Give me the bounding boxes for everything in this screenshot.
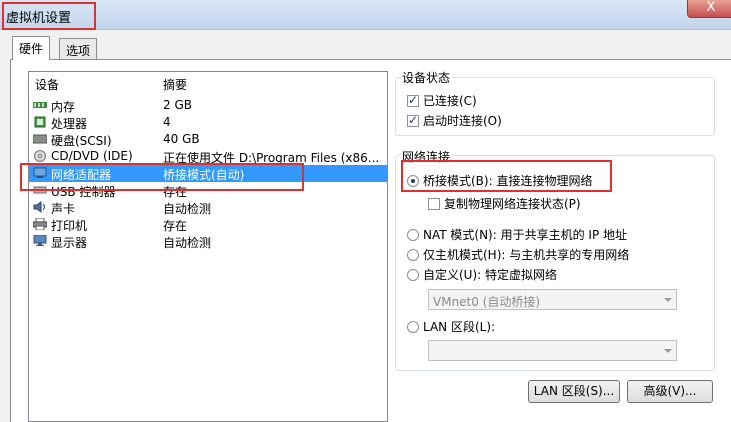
device-summary: 桥接模式(自动) <box>163 168 245 182</box>
custom-network-value: VMnet0 (自动桥接) <box>433 295 541 309</box>
device-summary: 自动检测 <box>163 202 212 216</box>
processor-icon <box>33 116 47 128</box>
connected-checkbox[interactable]: 已连接(C) <box>407 92 477 109</box>
bridged-radio[interactable]: 桥接模式(B): 直接连接物理网络 <box>407 172 592 189</box>
network-connection-title: 网络连接 <box>400 148 453 165</box>
device-summary: 2 GB <box>163 98 192 112</box>
radio-unselected-icon[interactable] <box>407 249 419 261</box>
device-name: 声卡 <box>51 202 76 216</box>
checkbox-checked-icon[interactable] <box>407 93 419 107</box>
nat-label: NAT 模式(N): 用于共享主机的 IP 地址 <box>423 228 628 242</box>
lan-segment-radio[interactable]: LAN 区段(L): <box>407 318 495 335</box>
radio-unselected-icon[interactable] <box>407 269 419 281</box>
network-adapter-icon <box>33 167 47 179</box>
device-name: 硬盘(SCSI) <box>51 134 112 148</box>
replicate-state-checkbox[interactable]: 复制物理网络连接状态(P) <box>428 195 581 212</box>
tab-hardware[interactable]: 硬件 <box>12 36 51 60</box>
radio-unselected-icon[interactable] <box>407 321 419 333</box>
device-status-title: 设备状态 <box>400 69 453 86</box>
custom-radio[interactable]: 自定义(U): 特定虚拟网络 <box>407 266 557 283</box>
printer-icon <box>32 217 48 231</box>
device-name: CD/DVD (IDE) <box>51 149 133 163</box>
connect-at-power-on-label: 启动时连接(O) <box>423 114 502 128</box>
device-name: USB 控制器 <box>51 185 116 199</box>
device-summary: 40 GB <box>163 132 200 146</box>
chevron-down-icon[interactable] <box>664 298 672 302</box>
device-row-printer[interactable]: 打印机 存在 <box>29 216 387 233</box>
custom-network-select[interactable]: VMnet0 (自动桥接) <box>428 289 677 310</box>
device-row-processor[interactable]: 处理器 4 <box>29 114 387 131</box>
tab-options[interactable]: 选项 <box>59 38 98 60</box>
bridged-label: 桥接模式(B): 直接连接物理网络 <box>423 174 593 188</box>
device-row-sound-card[interactable]: 声卡 自动检测 <box>29 199 387 216</box>
host-only-label: 仅主机模式(H): 与主机共享的专用网络 <box>423 248 630 262</box>
chevron-down-icon[interactable] <box>664 349 672 353</box>
lan-segment-select[interactable] <box>428 340 677 361</box>
header-summary[interactable]: 摘要 <box>163 76 187 93</box>
checkbox-checked-icon[interactable] <box>407 113 419 127</box>
hard-disk-icon <box>32 133 48 145</box>
lan-segment-label: LAN 区段(L): <box>423 320 496 334</box>
device-summary: 自动检测 <box>163 236 212 250</box>
device-name: 打印机 <box>51 219 88 233</box>
custom-label: 自定义(U): 特定虚拟网络 <box>423 268 558 282</box>
connect-at-power-on-checkbox[interactable]: 启动时连接(O) <box>407 112 502 129</box>
device-row-hard-disk[interactable]: 硬盘(SCSI) 40 GB <box>29 131 387 148</box>
title-bar: 虚拟机设置 X <box>0 0 731 30</box>
device-row-cd-dvd[interactable]: CD/DVD (IDE) 正在使用文件 D:\Program Files (x8… <box>29 148 387 165</box>
advanced-button[interactable]: 高级(V)... <box>627 380 713 403</box>
list-header: 设备 摘要 <box>29 72 387 94</box>
usb-controller-icon <box>33 184 47 196</box>
device-row-display[interactable]: 显示器 自动检测 <box>29 233 387 250</box>
host-only-radio[interactable]: 仅主机模式(H): 与主机共享的专用网络 <box>407 246 629 263</box>
device-summary: 正在使用文件 D:\Program Files (x86... <box>163 151 380 165</box>
device-summary: 存在 <box>163 185 188 199</box>
memory-icon <box>33 99 47 111</box>
device-list[interactable]: 设备 摘要 内存 2 GB 处理器 4 硬盘(SCSI) 40 GB CD/DV… <box>28 71 388 422</box>
device-name: 显示器 <box>51 236 88 250</box>
replicate-state-label: 复制物理网络连接状态(P) <box>444 197 581 211</box>
checkbox-unchecked-icon[interactable] <box>428 198 440 210</box>
header-device[interactable]: 设备 <box>35 76 59 93</box>
speaker-icon <box>33 201 47 213</box>
device-row-usb-controller[interactable]: USB 控制器 存在 <box>29 182 387 199</box>
device-name: 内存 <box>51 100 76 114</box>
lan-segments-button[interactable]: LAN 区段(S)... <box>528 380 620 403</box>
radio-unselected-icon[interactable] <box>407 229 419 241</box>
monitor-icon <box>33 234 47 247</box>
cd-dvd-icon <box>33 150 47 162</box>
radio-selected-icon[interactable] <box>407 175 419 187</box>
device-row-memory[interactable]: 内存 2 GB <box>29 97 387 114</box>
device-name: 网络适配器 <box>51 168 112 182</box>
nat-radio[interactable]: NAT 模式(N): 用于共享主机的 IP 地址 <box>407 226 627 243</box>
device-row-network-adapter[interactable]: 网络适配器 桥接模式(自动) <box>29 165 387 182</box>
device-summary: 存在 <box>163 219 188 233</box>
device-summary: 4 <box>163 115 171 129</box>
device-name: 处理器 <box>51 117 88 131</box>
close-button[interactable]: X <box>687 0 731 18</box>
connected-label: 已连接(C) <box>423 94 477 108</box>
window-title: 虚拟机设置 <box>6 11 72 26</box>
